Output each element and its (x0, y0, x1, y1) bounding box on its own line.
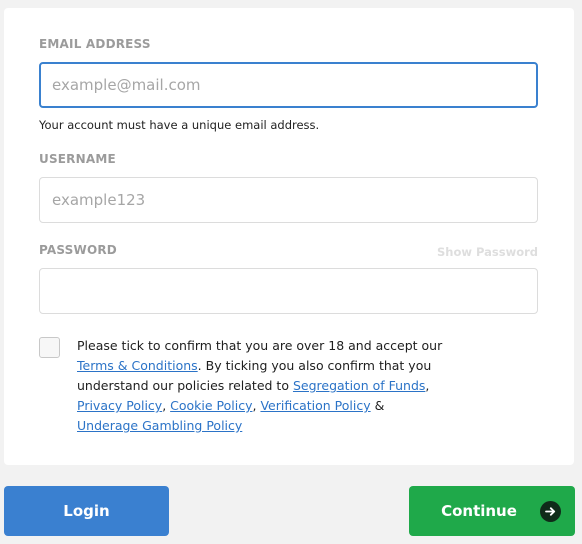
continue-button-label: Continue (441, 502, 517, 520)
terms-text-part: Please tick to confirm that you are over… (77, 338, 443, 353)
terms-text-part: & (370, 398, 385, 413)
underage-gambling-policy-link[interactable]: Underage Gambling Policy (77, 418, 242, 433)
segregation-of-funds-link[interactable]: Segregation of Funds (293, 378, 425, 393)
registration-form-card: EMAIL ADDRESS Your account must have a u… (4, 8, 574, 465)
cookie-policy-link[interactable]: Cookie Policy (170, 398, 252, 413)
username-label: USERNAME (39, 152, 116, 166)
continue-button[interactable]: Continue (409, 486, 575, 536)
username-field[interactable] (39, 177, 538, 223)
email-label: EMAIL ADDRESS (39, 37, 151, 51)
login-button[interactable]: Login (4, 486, 169, 536)
terms-checkbox[interactable] (39, 337, 60, 358)
terms-text: Please tick to confirm that you are over… (77, 336, 449, 436)
password-label: PASSWORD (39, 243, 117, 257)
show-password-toggle[interactable]: Show Password (437, 245, 538, 259)
verification-policy-link[interactable]: Verification Policy (260, 398, 370, 413)
arrow-right-icon (540, 501, 561, 522)
terms-conditions-link[interactable]: Terms & Conditions (77, 358, 198, 373)
login-button-label: Login (63, 502, 110, 520)
password-field[interactable] (39, 268, 538, 314)
terms-text-part: , (162, 398, 171, 413)
terms-text-part: , (425, 378, 430, 393)
email-hint: Your account must have a unique email ad… (39, 118, 320, 132)
email-field[interactable] (39, 62, 538, 108)
privacy-policy-link[interactable]: Privacy Policy (77, 398, 162, 413)
